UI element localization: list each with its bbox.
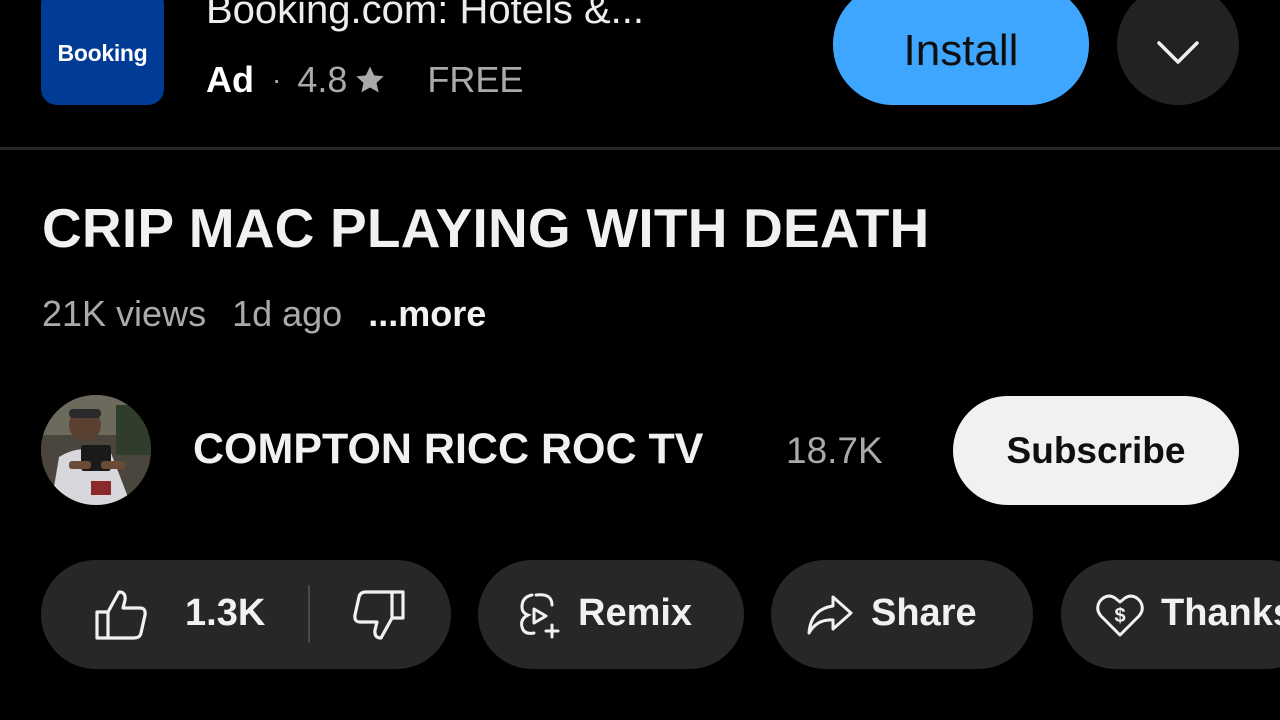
remix-icon [520, 593, 560, 639]
like-divider [308, 585, 310, 643]
video-title[interactable]: CRIP MAC PLAYING WITH DEATH [42, 196, 929, 260]
share-label: Share [871, 592, 977, 634]
like-count: 1.3K [185, 592, 266, 634]
thanks-button[interactable]: $ Thanks [1061, 560, 1280, 669]
remix-label: Remix [578, 592, 693, 634]
view-count: 21K views [42, 293, 207, 334]
remix-button[interactable]: Remix [478, 560, 744, 669]
ad-meta-row: Ad · 4.8 FREE [206, 58, 523, 102]
channel-avatar[interactable] [41, 395, 151, 505]
ad-separator: · [272, 64, 282, 95]
ad-rating: 4.8 [297, 59, 348, 100]
more-link[interactable]: ...more [368, 293, 486, 335]
share-button[interactable]: Share [771, 560, 1033, 669]
install-button[interactable]: Install [833, 0, 1089, 105]
ad-divider [0, 147, 1280, 150]
thanks-label: Thanks [1161, 592, 1280, 634]
heart-dollar-icon: $ [1096, 594, 1144, 637]
avatar-image [41, 395, 151, 505]
svg-text:$: $ [1114, 605, 1125, 627]
booking-logo-text: Booking [57, 40, 148, 66]
chevron-down-icon [1157, 40, 1199, 64]
ad-price: FREE [427, 59, 524, 100]
ad-expand-button[interactable] [1117, 0, 1239, 105]
booking-app-logo[interactable]: Booking [41, 0, 164, 105]
subscriber-count: 18.7K [786, 430, 883, 471]
ad-label: Ad [206, 59, 254, 100]
thumbs-down-icon [353, 590, 405, 640]
video-meta[interactable]: 21K views 1d ago ...more [42, 292, 486, 336]
subscribe-button[interactable]: Subscribe [953, 396, 1239, 505]
upload-age: 1d ago [232, 293, 343, 334]
like-dislike-pill: 1.3K [41, 560, 451, 669]
ad-banner[interactable]: Booking Booking.com: Hotels &... Ad · 4.… [0, 0, 1280, 148]
channel-name[interactable]: COMPTON RICC ROC TV [193, 425, 703, 474]
share-arrow-icon [807, 595, 853, 635]
ad-app-title[interactable]: Booking.com: Hotels &... [206, 0, 644, 33]
star-icon [356, 66, 385, 93]
thumbs-up-icon [95, 590, 147, 640]
